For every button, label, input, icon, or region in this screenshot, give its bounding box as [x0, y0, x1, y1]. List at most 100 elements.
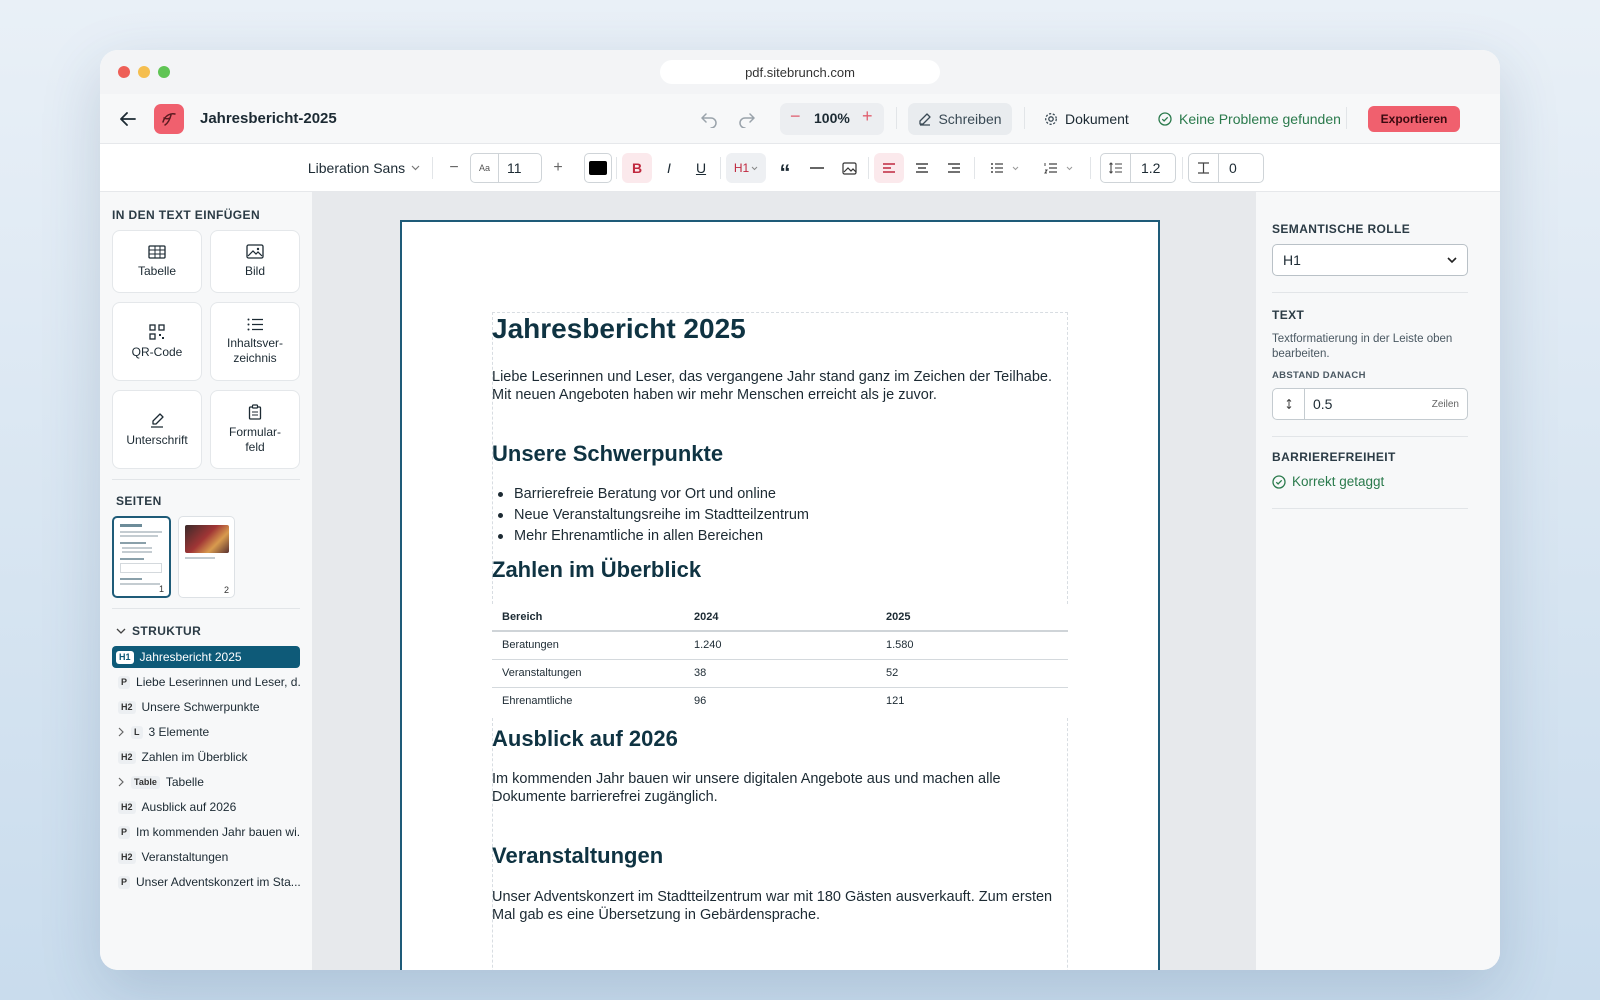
table-cell[interactable]: 52: [876, 659, 1068, 688]
structure-item[interactable]: H2 Ausblick auf 2026: [112, 796, 300, 818]
spacing-after-value[interactable]: 0.5: [1305, 396, 1432, 412]
maximize-window-button[interactable]: [158, 66, 170, 78]
events-text[interactable]: Unser Adventskonzert im Stadtteilzentrum…: [492, 888, 1068, 924]
image-icon: [246, 244, 264, 259]
heading-level-select[interactable]: H1: [726, 153, 766, 183]
list-item[interactable]: Mehr Ehrenamtliche in allen Bereichen: [492, 526, 1068, 547]
heading-outlook-text[interactable]: Ausblick auf 2026: [492, 725, 1068, 753]
align-center-button[interactable]: [908, 153, 936, 183]
align-right-button[interactable]: [940, 153, 968, 183]
align-center-icon: [916, 163, 928, 173]
bold-button[interactable]: B: [622, 153, 652, 183]
structure-item[interactable]: H2 Unsere Schwerpunkte: [112, 696, 300, 718]
insert-qr-code-button[interactable]: QR-Code: [112, 302, 202, 381]
font-size-increase-button[interactable]: +: [546, 153, 570, 183]
document-page[interactable]: Jahresbericht 2025 Liebe Leserinnen und …: [400, 220, 1160, 970]
intro-paragraph[interactable]: Liebe Leserinnen und Leser, das vergange…: [492, 368, 1068, 404]
italic-button[interactable]: I: [656, 153, 682, 183]
document-settings-button[interactable]: Dokument: [1044, 103, 1129, 135]
line-height-value[interactable]: 1.2: [1131, 160, 1160, 176]
table-cell[interactable]: Ehrenamtliche: [492, 687, 684, 715]
bullet-list-select[interactable]: [982, 153, 1026, 183]
outlook-paragraph[interactable]: Im kommenden Jahr bauen wir unsere digit…: [492, 770, 1068, 806]
table-cell[interactable]: Beratungen: [492, 631, 684, 660]
font-size-field[interactable]: Aa 11: [470, 153, 542, 183]
font-size-decrease-button[interactable]: −: [442, 153, 466, 183]
numbered-list-select[interactable]: [1036, 153, 1080, 183]
export-button[interactable]: Exportieren: [1368, 106, 1460, 132]
redo-icon[interactable]: [736, 108, 758, 130]
text-color-picker[interactable]: [584, 153, 612, 183]
structure-label: Im kommenden Jahr bauen wi...: [136, 825, 300, 839]
indent-field[interactable]: 0: [1188, 153, 1264, 183]
focus-list[interactable]: Barrierefreie Beratung vor Ort und onlin…: [492, 484, 1068, 547]
zoom-in-button[interactable]: +: [862, 106, 873, 127]
document-heading-1[interactable]: Jahresbericht 2025: [492, 312, 1068, 346]
structure-item-selected[interactable]: H1 Jahresbericht 2025: [112, 646, 300, 668]
table-cell[interactable]: 1.240: [684, 631, 876, 660]
insert-signature-button[interactable]: Unterschrift: [112, 390, 202, 469]
spacing-after-field[interactable]: 0.5 Zeilen: [1272, 388, 1468, 420]
font-size-value[interactable]: 11: [499, 160, 522, 176]
align-left-button[interactable]: [874, 153, 904, 183]
table-cell[interactable]: 38: [684, 659, 876, 688]
heading-numbers[interactable]: Zahlen im Überblick: [492, 556, 1068, 584]
page-thumbnail-1[interactable]: 1: [112, 516, 171, 598]
heading-focus-text[interactable]: Unsere Schwerpunkte: [492, 440, 1068, 468]
table-header-cell[interactable]: 2025: [876, 603, 1068, 632]
table-cell[interactable]: 121: [876, 687, 1068, 715]
line-height-field[interactable]: 1.2: [1100, 153, 1176, 183]
structure-item[interactable]: P Im kommenden Jahr bauen wi...: [112, 821, 300, 843]
structure-item[interactable]: P Liebe Leserinnen und Leser, d...: [112, 671, 300, 693]
structure-item[interactable]: H2 Zahlen im Überblick: [112, 746, 300, 768]
numbers-table[interactable]: Bereich 2024 2025 Beratungen 1.240 1.580…: [492, 603, 1068, 715]
list-item[interactable]: Barrierefreie Beratung vor Ort und onlin…: [492, 484, 1068, 505]
structure-section-heading[interactable]: STRUKTUR: [116, 624, 201, 638]
heading-events[interactable]: Veranstaltungen: [492, 842, 1068, 870]
heading-focus[interactable]: Unsere Schwerpunkte: [492, 440, 1068, 468]
structure-item-expandable[interactable]: Table Tabelle: [112, 771, 300, 793]
heading-events-text[interactable]: Veranstaltungen: [492, 842, 1068, 870]
horizontal-rule-button[interactable]: [804, 153, 830, 183]
zoom-out-button[interactable]: −: [790, 106, 801, 127]
insert-table-button[interactable]: Tabelle: [112, 230, 202, 293]
formatting-toolbar: Liberation Sans − Aa 11 + B I U H1 “ 1.2…: [100, 144, 1500, 192]
insert-form-field-button[interactable]: Formular- feld: [210, 390, 300, 469]
title-heading[interactable]: Jahresbericht 2025: [492, 312, 1068, 346]
close-window-button[interactable]: [118, 66, 130, 78]
heading-level-value: H1: [733, 161, 750, 175]
underline-button[interactable]: U: [688, 153, 714, 183]
heading-numbers-text[interactable]: Zahlen im Überblick: [492, 556, 1068, 584]
table-header-cell[interactable]: 2024: [684, 603, 876, 632]
chevron-right-icon[interactable]: [118, 777, 125, 787]
undo-icon[interactable]: [698, 108, 720, 130]
outlook-text[interactable]: Im kommenden Jahr bauen wir unsere digit…: [492, 770, 1068, 806]
page-thumbnail-2[interactable]: 2: [178, 516, 235, 598]
table-cell[interactable]: 1.580: [876, 631, 1068, 660]
insert-toc-button[interactable]: Inhaltsver- zeichnis: [210, 302, 300, 381]
chevron-right-icon[interactable]: [118, 727, 125, 737]
insert-image-card[interactable]: Bild: [210, 230, 300, 293]
insert-image-button[interactable]: [836, 153, 862, 183]
heading-outlook[interactable]: Ausblick auf 2026: [492, 725, 1068, 753]
font-family-select[interactable]: Liberation Sans: [306, 153, 422, 183]
arrow-left-icon[interactable]: [116, 107, 140, 131]
structure-item[interactable]: P Unser Adventskonzert im Sta...: [112, 871, 300, 893]
document-title[interactable]: Jahresbericht-2025: [200, 110, 337, 127]
table-header-cell[interactable]: Bereich: [492, 603, 684, 632]
document-canvas: Jahresbericht 2025 Liebe Leserinnen und …: [312, 192, 1256, 970]
list-item[interactable]: Neue Veranstaltungsreihe im Stadtteilzen…: [492, 505, 1068, 526]
structure-item-expandable[interactable]: L 3 Elemente: [112, 721, 300, 743]
quote-button[interactable]: “: [772, 153, 798, 185]
indent-value[interactable]: 0: [1219, 160, 1237, 176]
write-mode-button[interactable]: Schreiben: [908, 103, 1012, 135]
table-cell[interactable]: 96: [684, 687, 876, 715]
table-cell[interactable]: Veranstaltungen: [492, 659, 684, 688]
minimize-window-button[interactable]: [138, 66, 150, 78]
intro-text[interactable]: Liebe Leserinnen und Leser, das vergange…: [492, 368, 1068, 404]
semantic-role-select[interactable]: H1: [1272, 244, 1468, 276]
events-paragraph[interactable]: Unser Adventskonzert im Stadtteilzentrum…: [492, 888, 1068, 924]
structure-item[interactable]: H2 Veranstaltungen: [112, 846, 300, 868]
accessibility-status[interactable]: Keine Probleme gefunden: [1158, 103, 1341, 135]
url-bar[interactable]: pdf.sitebrunch.com: [660, 60, 940, 84]
